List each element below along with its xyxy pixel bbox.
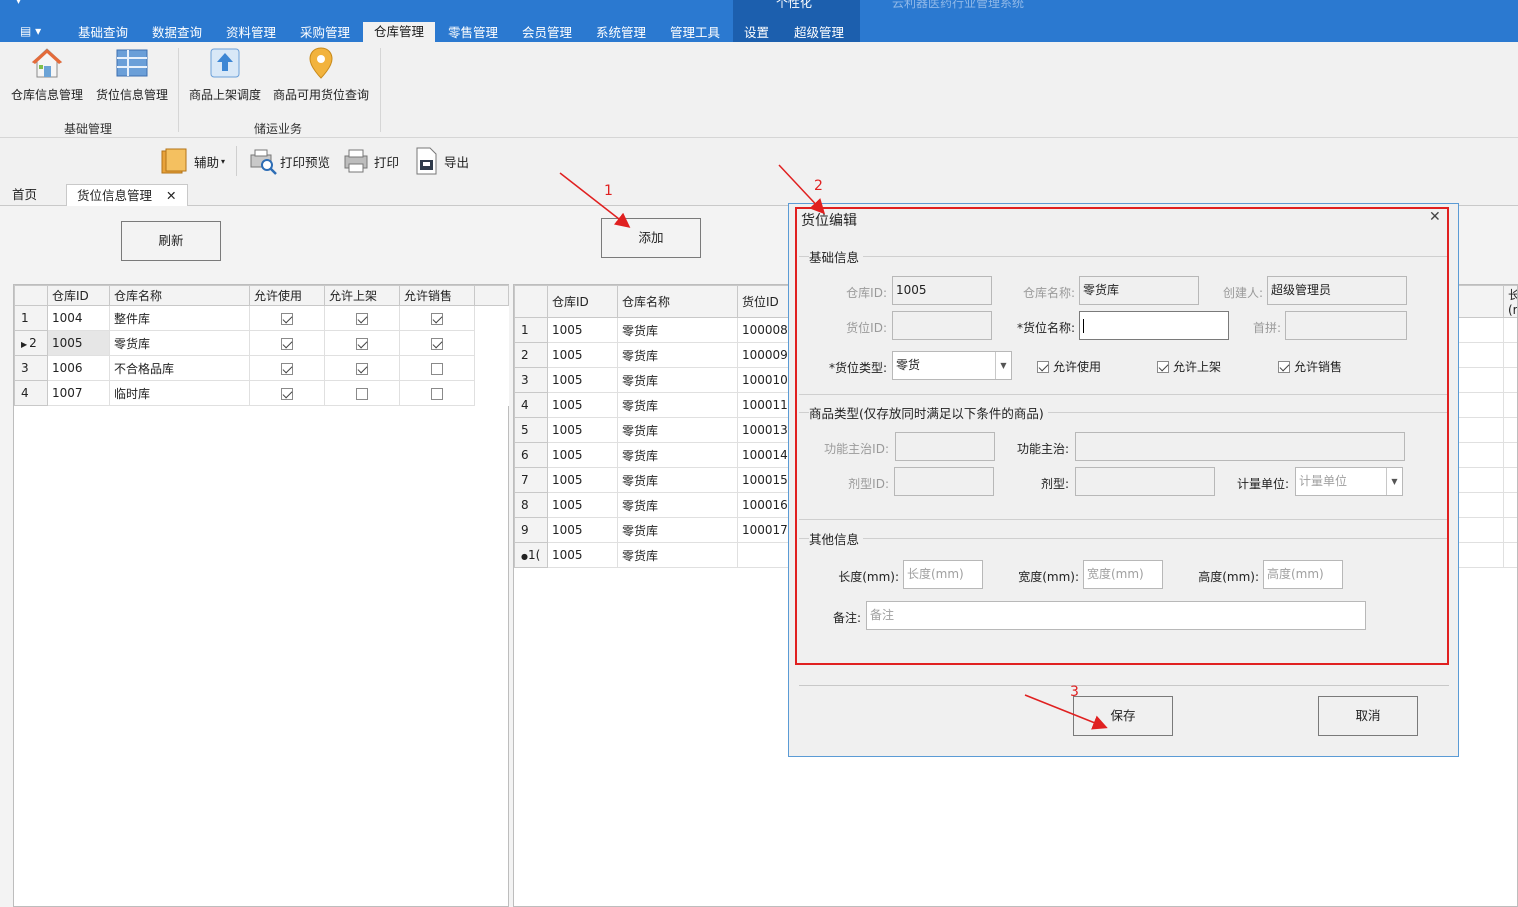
annotation-arrows: [559, 164, 1108, 730]
arrow-1: [559, 172, 631, 228]
arrow-3: [1024, 694, 1108, 730]
annotation-label-3: 3: [1070, 684, 1079, 700]
annotation-label-2: 2: [814, 178, 823, 194]
annotation-label-1: 1: [604, 183, 613, 199]
